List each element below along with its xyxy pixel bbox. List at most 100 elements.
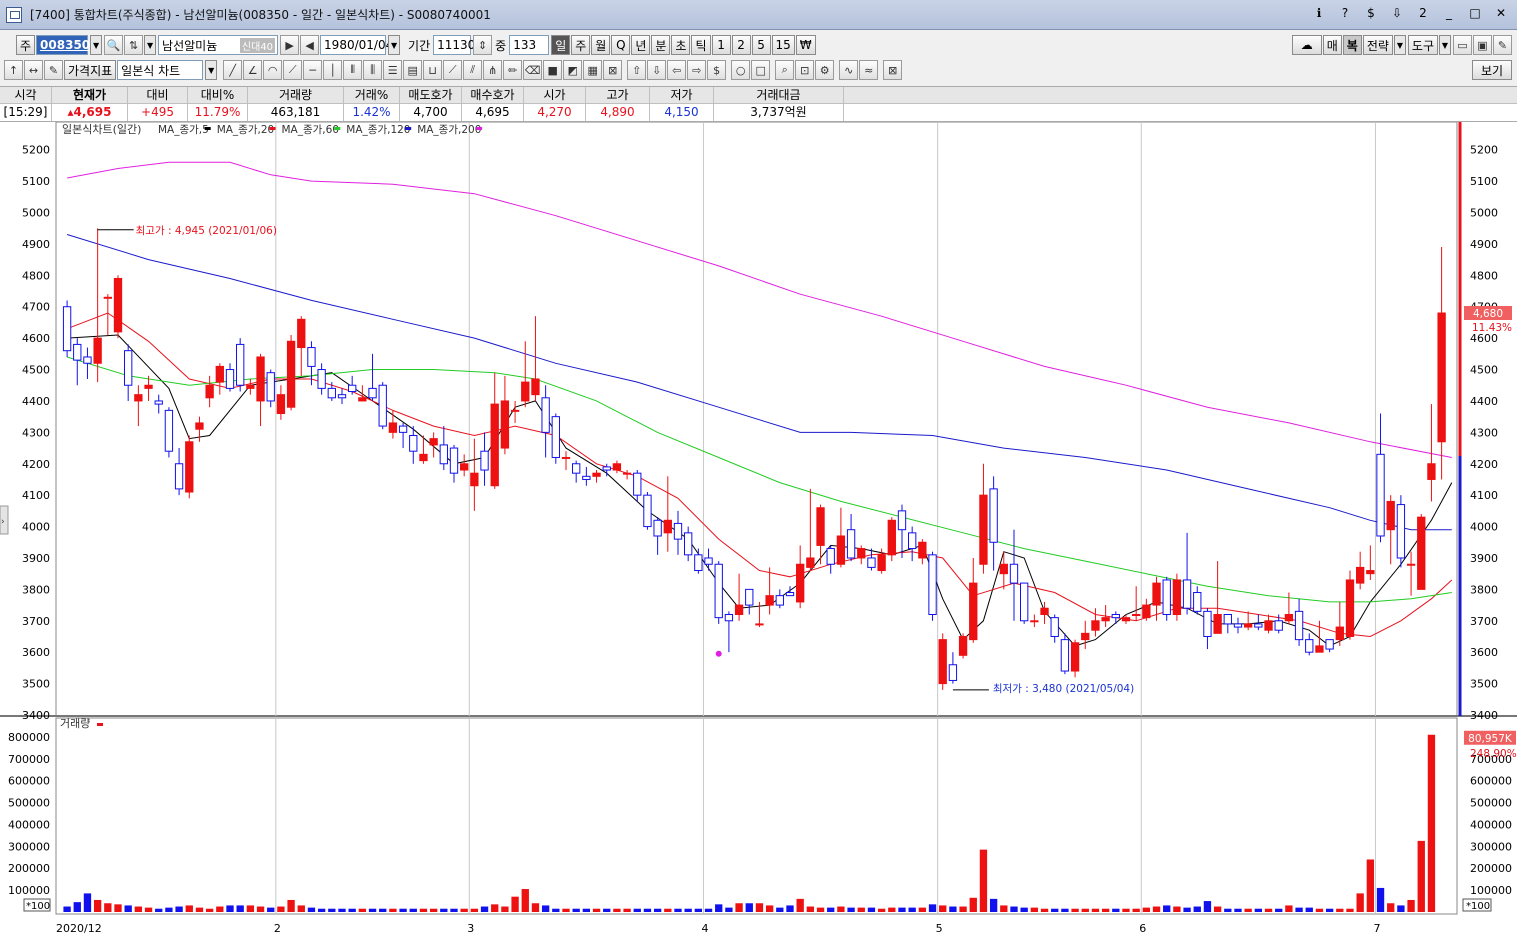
volume-bar xyxy=(918,907,927,912)
channel-icon[interactable]: ⊔ xyxy=(423,60,443,80)
currency-tag-icon[interactable]: $ xyxy=(707,60,727,80)
interval-minute[interactable]: 분 xyxy=(651,35,671,55)
period-input[interactable]: 11130 xyxy=(433,35,475,55)
volume-bar xyxy=(155,908,163,912)
interval-2[interactable]: 2 xyxy=(731,35,751,55)
start-date-input[interactable]: 1980/01/04 xyxy=(320,35,393,55)
pencil-icon[interactable]: ✏ xyxy=(503,60,523,80)
strategy-button[interactable]: 전략 xyxy=(1362,35,1393,55)
market-button[interactable]: 주 xyxy=(16,35,36,55)
stock-code-input[interactable]: 008350 xyxy=(36,35,90,55)
arrow-down-shape-icon[interactable]: ⇩ xyxy=(647,60,667,80)
volume-bar xyxy=(653,908,662,912)
close-button[interactable]: ✕ xyxy=(1493,6,1509,20)
wave-icon[interactable]: ∿ xyxy=(839,60,859,80)
interval-week[interactable]: 주 xyxy=(571,35,591,55)
candle-body xyxy=(745,588,754,606)
sort-dropdown[interactable]: ▼ xyxy=(144,35,157,55)
cloud-icon[interactable]: ☁ xyxy=(1291,35,1322,55)
arrow-horizontal-icon[interactable]: ↔ xyxy=(24,60,43,80)
fibonacci-retrace-icon[interactable]: ☰ xyxy=(383,60,403,80)
wave-multi-icon[interactable]: ≈ xyxy=(859,60,879,80)
close-tools-icon[interactable]: ⊠ xyxy=(883,60,903,80)
fibonacci-time-icon[interactable]: ⫼ xyxy=(363,60,383,80)
play-forward-icon[interactable]: ▶ xyxy=(280,35,300,55)
gann-grid-icon[interactable]: ▤ xyxy=(403,60,423,80)
rectangle-icon[interactable]: □ xyxy=(751,60,771,80)
quote-header: 매도호가 xyxy=(400,87,462,103)
stock-name-field[interactable]: 남선알미늄 신대40 xyxy=(158,35,279,55)
chart-type-dropdown[interactable]: ▼ xyxy=(205,60,218,80)
period-spin-icon[interactable]: ⇕ xyxy=(473,35,493,55)
interval-quarter[interactable]: Q xyxy=(611,35,631,55)
chart-type-select[interactable]: 일본식 차트 xyxy=(117,60,204,80)
currency-icon[interactable]: $ xyxy=(1363,6,1379,20)
stock-name: 남선알미늄 xyxy=(162,38,218,53)
candle-body xyxy=(124,350,133,386)
save-icon[interactable]: ▣ xyxy=(1473,35,1492,55)
trendline-icon[interactable]: ╱ xyxy=(223,60,243,80)
fan-icon[interactable]: ⟋ xyxy=(283,60,303,80)
horizontal-line-icon[interactable]: ─ xyxy=(303,60,323,80)
play-back-icon[interactable]: ◀ xyxy=(300,35,320,55)
price-tick-right: 4900 xyxy=(1470,238,1498,251)
chart-area[interactable]: › 3400 3400 3500 3500 3600 3600 3700 3700 3800 380… xyxy=(0,121,1517,939)
interval-won[interactable]: ₩ xyxy=(795,35,816,55)
arrow-up-shape-icon[interactable]: ⇧ xyxy=(627,60,647,80)
multi-button[interactable]: 복 xyxy=(1342,35,1362,55)
parallel-lines-icon[interactable]: ⫽ xyxy=(463,60,483,80)
interval-5[interactable]: 5 xyxy=(751,35,771,55)
info-icon[interactable]: ℹ xyxy=(1311,6,1327,20)
notes-icon[interactable]: ▦ xyxy=(583,60,603,80)
sort-icon[interactable]: ⇅ xyxy=(124,35,144,55)
crosshair-icon[interactable]: ⊠ xyxy=(603,60,623,80)
chart-svg[interactable]: ›3400 34003500 35003600 36003700 37003800 380… xyxy=(0,121,1517,939)
x-tick-label: 5 xyxy=(936,922,943,935)
settings-gear-icon[interactable]: ⚙ xyxy=(815,60,835,80)
andrews-pitchfork-icon[interactable]: ⋔ xyxy=(483,60,503,80)
screen-2-icon[interactable]: 2 xyxy=(1415,6,1431,20)
maximize-button[interactable]: □ xyxy=(1467,6,1483,20)
start-date-dropdown[interactable]: ▼ xyxy=(388,35,401,55)
strategy-dropdown[interactable]: ▼ xyxy=(1393,35,1406,55)
candle-body xyxy=(1050,617,1059,637)
candle-body xyxy=(1427,463,1436,480)
interval-day[interactable]: 일 xyxy=(551,35,571,55)
edit-icon[interactable]: ✎ xyxy=(44,60,63,80)
regression-icon[interactable]: ⟋ xyxy=(443,60,463,80)
eraser-icon[interactable]: ⌫ xyxy=(523,60,543,80)
arc-icon[interactable]: ◠ xyxy=(263,60,283,80)
indicator-button[interactable]: 가격지표 xyxy=(64,60,117,80)
circle-icon[interactable]: ○ xyxy=(731,60,751,80)
volume-bar xyxy=(806,906,815,912)
zoom-icon[interactable]: ⌕ xyxy=(775,60,795,80)
folder-icon[interactable]: ▭ xyxy=(1453,35,1472,55)
interval-tick[interactable]: 틱 xyxy=(691,35,711,55)
vertical-line-icon[interactable]: │ xyxy=(323,60,343,80)
wrench-icon[interactable]: ✎ xyxy=(1493,35,1512,55)
toolbar-drawing: ↑ ↔ ✎ 가격지표 일본식 차트 ▼ ╱ ∠ ◠ ⟋ ─ │ ⦀ ⫼ ☰ ▤ … xyxy=(0,58,1517,82)
download-icon[interactable]: ⇩ xyxy=(1389,6,1405,20)
arrow-right-shape-icon[interactable]: ⇨ xyxy=(687,60,707,80)
paint-icon[interactable]: ◩ xyxy=(563,60,583,80)
view-button[interactable]: 보기 xyxy=(1472,60,1512,80)
tools-button[interactable]: 도구 xyxy=(1407,35,1438,55)
color-icon[interactable]: ■ xyxy=(543,60,563,80)
tools-dropdown[interactable]: ▼ xyxy=(1439,35,1451,55)
count-input[interactable]: 133 xyxy=(509,35,550,55)
interval-year[interactable]: 년 xyxy=(631,35,651,55)
trade-button[interactable]: 매 xyxy=(1322,35,1342,55)
stock-code-dropdown[interactable]: ▼ xyxy=(90,35,103,55)
cycle-lines-icon[interactable]: ⦀ xyxy=(343,60,363,80)
interval-second[interactable]: 초 xyxy=(671,35,691,55)
zoom-area-icon[interactable]: ⊡ xyxy=(795,60,815,80)
arrow-up-icon[interactable]: ↑ xyxy=(4,60,23,80)
help-icon[interactable]: ? xyxy=(1337,6,1353,20)
interval-month[interactable]: 월 xyxy=(591,35,611,55)
arrow-left-shape-icon[interactable]: ⇦ xyxy=(667,60,687,80)
interval-15[interactable]: 15 xyxy=(771,35,795,55)
interval-1[interactable]: 1 xyxy=(711,35,731,55)
search-icon[interactable]: 🔍 xyxy=(104,35,124,55)
minimize-button[interactable]: _ xyxy=(1441,6,1457,20)
angle-line-icon[interactable]: ∠ xyxy=(243,60,263,80)
